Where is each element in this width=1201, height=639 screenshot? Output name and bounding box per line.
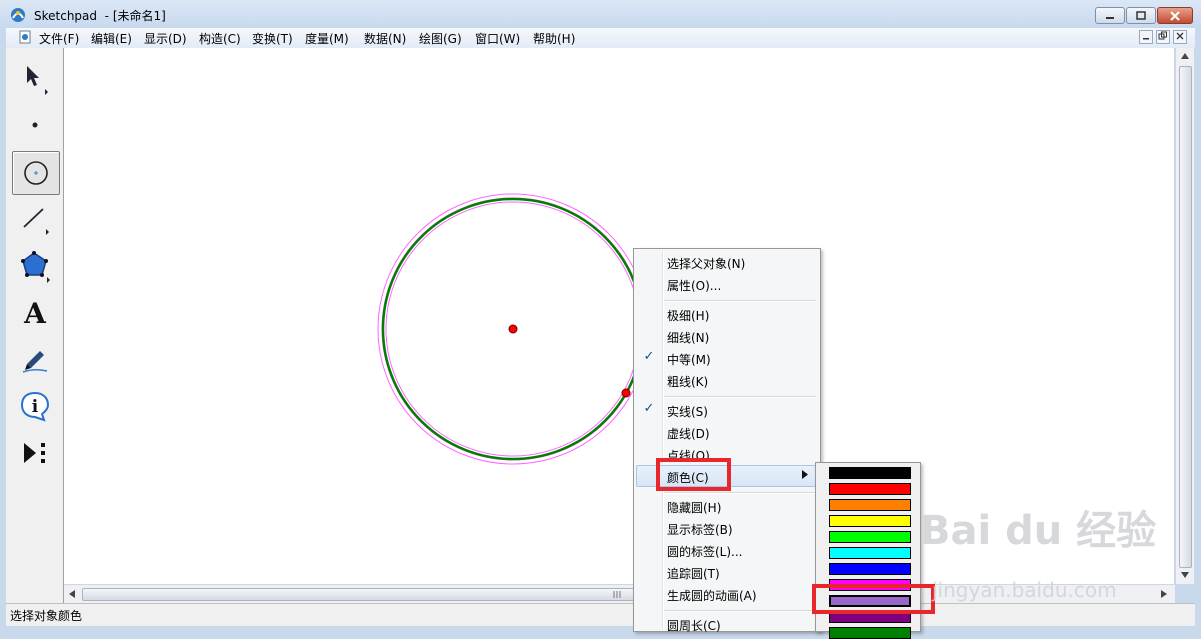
- color-swatch[interactable]: [829, 531, 911, 543]
- vertical-scrollbar[interactable]: [1175, 48, 1194, 584]
- color-swatch[interactable]: [829, 515, 911, 527]
- menu-measure[interactable]: 度量(M): [305, 30, 349, 47]
- menu-separator: [664, 300, 816, 302]
- info-icon: i: [20, 391, 50, 422]
- color-swatch[interactable]: [829, 563, 911, 575]
- point-tool[interactable]: [12, 104, 58, 146]
- menu-gutter: [662, 251, 664, 629]
- arrow-tool[interactable]: [12, 58, 58, 100]
- color-swatch[interactable]: [829, 467, 911, 479]
- polygon-icon: [21, 251, 50, 283]
- menu-item-select-parents[interactable]: 选择父对象(N): [667, 255, 745, 272]
- circle-center-point[interactable]: [508, 324, 518, 334]
- text-tool-icon: A: [24, 296, 46, 330]
- menu-transform[interactable]: 变换(T): [252, 30, 293, 47]
- menu-item-trace-circle[interactable]: 追踪圆(T): [667, 565, 720, 582]
- check-icon: ✓: [643, 401, 655, 416]
- menu-separator: [664, 396, 816, 398]
- color-swatch[interactable]: [829, 499, 911, 511]
- marker-tool[interactable]: [12, 338, 58, 380]
- marker-pen-icon: [22, 351, 48, 373]
- context-menu: 选择父对象(N) 属性(O)... 极细(H) 细线(N) ✓ 中等(M) 粗线…: [633, 248, 821, 634]
- highlight-box-purple-swatch: [812, 584, 935, 614]
- grip-icon: [613, 591, 621, 598]
- menu-separator: [664, 610, 816, 612]
- vertical-scroll-thumb[interactable]: [1179, 66, 1192, 568]
- scroll-up-arrow-icon: [1181, 53, 1189, 59]
- compass-circle-icon: [24, 161, 48, 185]
- minimize-icon: [1106, 16, 1114, 19]
- menu-help[interactable]: 帮助(H): [533, 30, 575, 47]
- status-text: 选择对象颜色: [10, 609, 83, 623]
- highlight-box-color-item: [656, 458, 731, 491]
- close-button[interactable]: [1157, 7, 1193, 24]
- minimize-icon: [1143, 38, 1149, 40]
- polygon-tool[interactable]: [12, 245, 58, 287]
- straightedge-icon: [23, 208, 49, 235]
- menu-construct[interactable]: 构造(C): [199, 30, 241, 47]
- menu-display[interactable]: 显示(D): [144, 30, 187, 47]
- menu-item-show-label[interactable]: 显示标签(B): [667, 521, 733, 538]
- horizontal-scroll-thumb[interactable]: [82, 588, 644, 601]
- doc-restore-button[interactable]: [1156, 30, 1170, 44]
- menu-edit[interactable]: 编辑(E): [91, 30, 132, 47]
- menu-item-thin[interactable]: 细线(N): [667, 329, 709, 346]
- scroll-right-arrow-icon: [1161, 590, 1167, 598]
- watermark-url: jingyan.baidu.com: [932, 578, 1117, 602]
- information-tool[interactable]: i: [12, 385, 58, 427]
- watermark-brand: Bai du 经验: [920, 508, 1157, 554]
- menu-bar: 文件(F) 编辑(E) 显示(D) 构造(C) 变换(T) 度量(M) 数据(N…: [6, 28, 1195, 49]
- custom-tool-icon: [24, 443, 45, 463]
- maximize-button[interactable]: [1126, 7, 1156, 24]
- menu-item-animate-circle[interactable]: 生成圆的动画(A): [667, 587, 757, 604]
- submenu-arrow-icon: [802, 470, 808, 479]
- menu-item-circle-label[interactable]: 圆的标签(L)...: [667, 543, 743, 560]
- close-icon: [1170, 10, 1180, 21]
- menu-separator: [664, 492, 816, 494]
- custom-tool[interactable]: [12, 432, 58, 474]
- menu-item-circumference[interactable]: 圆周长(C): [667, 617, 721, 634]
- svg-text:i: i: [32, 397, 39, 417]
- arrow-select-icon: [27, 66, 48, 95]
- menu-window[interactable]: 窗口(W): [475, 30, 520, 47]
- close-icon: [1176, 32, 1184, 40]
- window-title: Sketchpad - [未命名1]: [34, 9, 166, 23]
- doc-close-button[interactable]: [1173, 30, 1187, 44]
- point-icon: [32, 122, 38, 128]
- menu-data[interactable]: 数据(N): [364, 30, 406, 47]
- text-tool[interactable]: A: [12, 292, 58, 334]
- scroll-down-arrow-icon: [1181, 572, 1189, 578]
- title-bar: Sketchpad - [未命名1]: [0, 0, 1201, 30]
- color-swatch[interactable]: [829, 627, 911, 639]
- color-swatch[interactable]: [829, 547, 911, 559]
- scroll-left-arrow-icon: [69, 590, 75, 598]
- menu-item-dashed[interactable]: 虚线(D): [667, 425, 710, 442]
- menu-item-properties[interactable]: 属性(O)...: [667, 277, 721, 294]
- toolbox: A i: [6, 48, 64, 603]
- restore-icon: [1136, 11, 1146, 20]
- color-swatch[interactable]: [829, 483, 911, 495]
- menu-file[interactable]: 文件(F): [39, 30, 79, 47]
- menu-item-thinnest[interactable]: 极细(H): [667, 307, 709, 324]
- doc-minimize-button[interactable]: [1139, 30, 1153, 44]
- document-icon[interactable]: [18, 30, 32, 44]
- menu-graph[interactable]: 绘图(G): [419, 30, 462, 47]
- menu-item-medium[interactable]: 中等(M): [667, 351, 711, 368]
- minimize-button[interactable]: [1095, 7, 1125, 24]
- menu-item-hide-circle[interactable]: 隐藏圆(H): [667, 499, 721, 516]
- status-bar: 选择对象颜色: [6, 603, 1195, 626]
- compass-tool[interactable]: [12, 151, 60, 195]
- restore-icon: [1158, 31, 1167, 40]
- circle-radius-point[interactable]: [621, 388, 631, 398]
- line-tool[interactable]: [12, 198, 58, 240]
- sketchpad-app-icon: [11, 8, 25, 22]
- menu-item-solid[interactable]: 实线(S): [667, 403, 708, 420]
- check-icon: ✓: [643, 349, 655, 364]
- menu-item-thick[interactable]: 粗线(K): [667, 373, 708, 390]
